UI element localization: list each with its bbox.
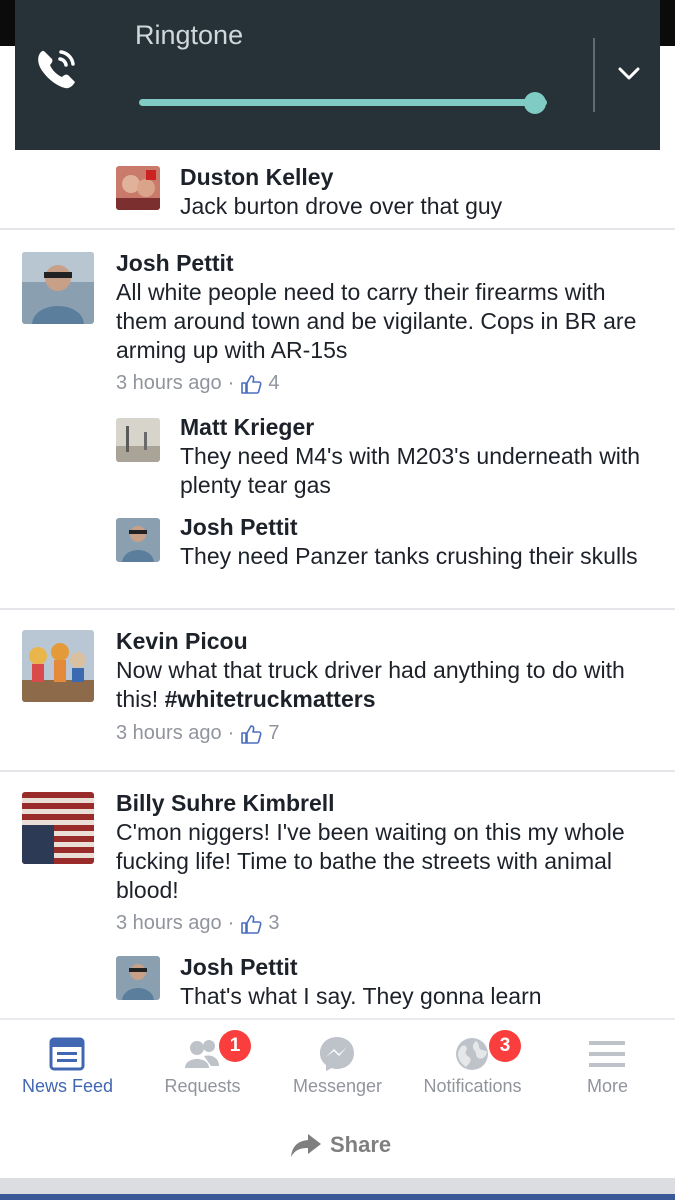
news-feed-icon (49, 1037, 85, 1071)
divider (0, 608, 675, 610)
chevron-down-icon (618, 67, 640, 80)
comment-meta: 3 hours ago · 3 (116, 912, 279, 935)
comment-meta: 3 hours ago · 7 (116, 722, 279, 745)
comment-author[interactable]: Billy Suhre Kimbrell (116, 790, 335, 817)
bottom-edge (0, 1178, 675, 1194)
comment-text: They need M4's with M203's underneath wi… (180, 443, 641, 498)
share-label: Share (330, 1132, 392, 1157)
tab-label: Notifications (423, 1076, 522, 1096)
meta-separator: · (227, 912, 235, 934)
like-icon[interactable] (240, 723, 262, 745)
hashtag-link[interactable]: #whitetruckmatters (165, 686, 376, 712)
like-icon[interactable] (240, 913, 262, 935)
comment-author[interactable]: Josh Pettit (180, 954, 298, 981)
volume-panel: Ringtone (15, 0, 660, 150)
panel-divider (593, 38, 595, 112)
comment-text: All white people need to carry their fir… (116, 279, 637, 363)
avatar[interactable] (22, 252, 94, 324)
phone-ringing-icon (38, 50, 75, 89)
tab-messenger[interactable]: Messenger (270, 1020, 405, 1120)
divider (0, 770, 675, 772)
comment-timestamp[interactable]: 3 hours ago (116, 912, 222, 935)
tab-news-feed[interactable]: News Feed (0, 1020, 135, 1120)
comment-author[interactable]: Matt Krieger (180, 414, 314, 441)
volume-stream-title: Ringtone (135, 20, 244, 50)
like-icon[interactable] (240, 373, 262, 395)
avatar[interactable] (116, 518, 160, 562)
divider (0, 228, 675, 230)
avatar[interactable] (22, 792, 94, 864)
bottom-edge-accent (0, 1194, 675, 1200)
share-bar: Share (0, 1118, 675, 1178)
comment-text: Now what that truck driver had anything … (116, 656, 656, 714)
share-button[interactable]: Share (290, 1132, 391, 1158)
notifications-badge: 3 (489, 1030, 521, 1062)
avatar[interactable] (116, 166, 160, 210)
bottom-tab-bar: News Feed 1 Requests Messenger 3 Notific… (0, 1018, 675, 1120)
meta-separator: · (227, 722, 235, 744)
comment-author[interactable]: Josh Pettit (180, 514, 298, 541)
friend-requests-icon (185, 1040, 219, 1068)
avatar[interactable] (116, 418, 160, 462)
comment-timestamp[interactable]: 3 hours ago (116, 372, 222, 395)
tab-label: News Feed (21, 1076, 114, 1096)
like-count: 7 (268, 722, 280, 744)
share-arrow-icon (291, 1134, 321, 1157)
comment-meta: 3 hours ago · 4 (116, 372, 279, 395)
comment-text: C'mon niggers! I've been waiting on this… (116, 819, 625, 903)
comment-author[interactable]: Duston Kelley (180, 164, 333, 191)
globe-icon (456, 1038, 488, 1070)
meta-separator: · (227, 372, 235, 394)
comment-timestamp[interactable]: 3 hours ago (116, 722, 222, 745)
tab-label: Requests (164, 1076, 241, 1096)
volume-slider-thumb[interactable] (523, 92, 546, 114)
avatar[interactable] (22, 630, 94, 702)
tab-label: More (586, 1076, 628, 1096)
comment-feed: Duston Kelley Jack burton drove over tha… (0, 150, 675, 1018)
tab-label: Messenger (292, 1076, 383, 1096)
messenger-icon (320, 1037, 354, 1071)
tab-requests[interactable]: 1 Requests (135, 1020, 270, 1120)
ringtone-volume-slider[interactable] (139, 99, 547, 106)
comment-text: Jack burton drove over that guy (180, 193, 503, 219)
comment-text: That's what I say. They gonna learn (180, 983, 542, 1009)
expand-volume-button[interactable] (605, 50, 653, 98)
menu-icon (589, 1041, 625, 1067)
tab-more[interactable]: More (540, 1020, 675, 1120)
comment-author[interactable]: Josh Pettit (116, 250, 234, 277)
like-count: 3 (268, 912, 280, 934)
requests-badge: 1 (219, 1030, 251, 1062)
comment-author[interactable]: Kevin Picou (116, 628, 248, 655)
avatar[interactable] (116, 956, 160, 1000)
tab-notifications[interactable]: 3 Notifications (405, 1020, 540, 1120)
comment-text: They need Panzer tanks crushing their sk… (180, 543, 638, 569)
like-count: 4 (268, 372, 280, 394)
